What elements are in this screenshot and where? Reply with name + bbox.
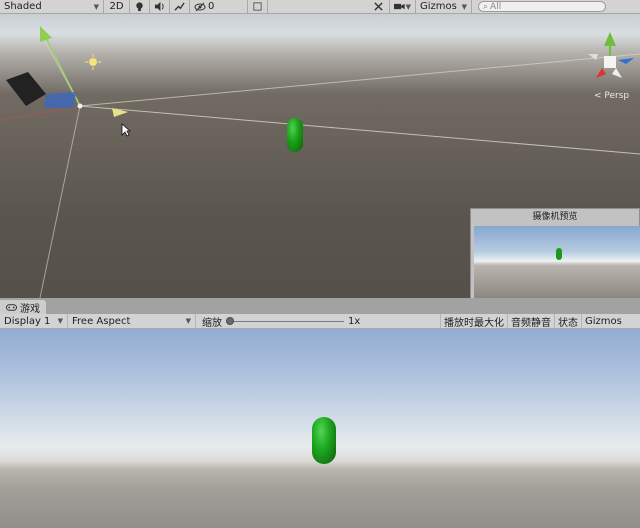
chevron-down-icon: ▼	[185, 317, 191, 325]
light-bulb-icon	[136, 2, 143, 12]
effects-dropdown[interactable]	[170, 0, 190, 14]
shading-mode-dropdown[interactable]: Shaded ▼	[0, 0, 104, 14]
mute-audio-button[interactable]: 音频静音	[507, 313, 554, 329]
projection-label[interactable]: < Persp	[594, 91, 629, 101]
aspect-label: Free Aspect	[72, 315, 131, 327]
game-toolbar: Display 1 ▼ Free Aspect ▼ 缩放 1x 播放时最大化 音…	[0, 313, 640, 329]
camera-icon	[394, 3, 405, 10]
scale-slider[interactable]	[226, 314, 344, 329]
hidden-count: 0	[208, 1, 215, 12]
camera-preview-panel: 摄像机预览	[470, 208, 640, 298]
game-view[interactable]	[0, 329, 640, 528]
effects-icon	[174, 2, 185, 11]
mouse-cursor-icon	[121, 123, 131, 137]
camera-preview-view	[474, 226, 640, 298]
game-tabbar: 游戏	[0, 298, 640, 315]
scale-slider-thumb[interactable]	[226, 316, 234, 325]
scene-toolbar: Shaded ▼ 2D 0 ▼ Gizmos ▼ ⌕ All	[0, 0, 640, 14]
tab-game[interactable]: 游戏	[0, 300, 46, 315]
lighting-toggle[interactable]	[130, 0, 150, 14]
aspect-dropdown[interactable]: Free Aspect ▼	[68, 313, 196, 329]
audio-icon	[154, 1, 164, 12]
gizmos-button[interactable]: Gizmos	[581, 313, 625, 329]
game-controller-icon	[6, 303, 17, 311]
gizmos-label: Gizmos	[420, 1, 457, 12]
maximize-on-play-button[interactable]: 播放时最大化	[440, 313, 507, 329]
tools-icon	[374, 2, 383, 11]
toggle-2d-button[interactable]: 2D	[104, 0, 130, 14]
search-icon: ⌕	[483, 1, 489, 12]
scene-view[interactable]: < Persp 摄像机预览	[0, 14, 640, 298]
hidden-objects-toggle[interactable]: 0	[190, 0, 248, 14]
chevron-down-icon: ▼	[461, 2, 467, 11]
capsule-object	[312, 417, 336, 464]
layers-dropdown[interactable]	[248, 0, 268, 14]
display-label: Display 1	[4, 315, 51, 327]
tools-button[interactable]	[368, 0, 390, 14]
orientation-gizmo[interactable]	[582, 32, 638, 94]
eye-hidden-icon	[194, 2, 206, 11]
display-dropdown[interactable]: Display 1 ▼	[0, 313, 68, 329]
capsule-object[interactable]	[287, 118, 303, 152]
scale-label: 缩放	[202, 317, 222, 329]
toggle-2d-label: 2D	[109, 1, 124, 12]
chevron-down-icon: ▼	[405, 2, 411, 11]
layers-icon	[253, 2, 262, 11]
audio-toggle[interactable]	[150, 0, 170, 14]
stats-button[interactable]: 状态	[554, 313, 581, 329]
search-placeholder: All	[490, 1, 502, 12]
scale-value: 1x	[348, 315, 361, 327]
scale-slider-track	[228, 320, 344, 322]
camera-settings-dropdown[interactable]: ▼	[390, 0, 416, 14]
camera-preview-title: 摄像机预览	[532, 212, 578, 222]
chevron-down-icon: ▼	[93, 2, 99, 11]
shading-mode-label: Shaded	[4, 1, 42, 12]
chevron-down-icon: ▼	[57, 317, 63, 325]
tab-game-label: 游戏	[20, 303, 40, 315]
light-icon	[85, 54, 101, 70]
capsule-object	[556, 248, 562, 260]
gizmos-dropdown[interactable]: Gizmos ▼	[416, 0, 472, 14]
scene-search-input[interactable]: ⌕ All	[478, 1, 606, 12]
